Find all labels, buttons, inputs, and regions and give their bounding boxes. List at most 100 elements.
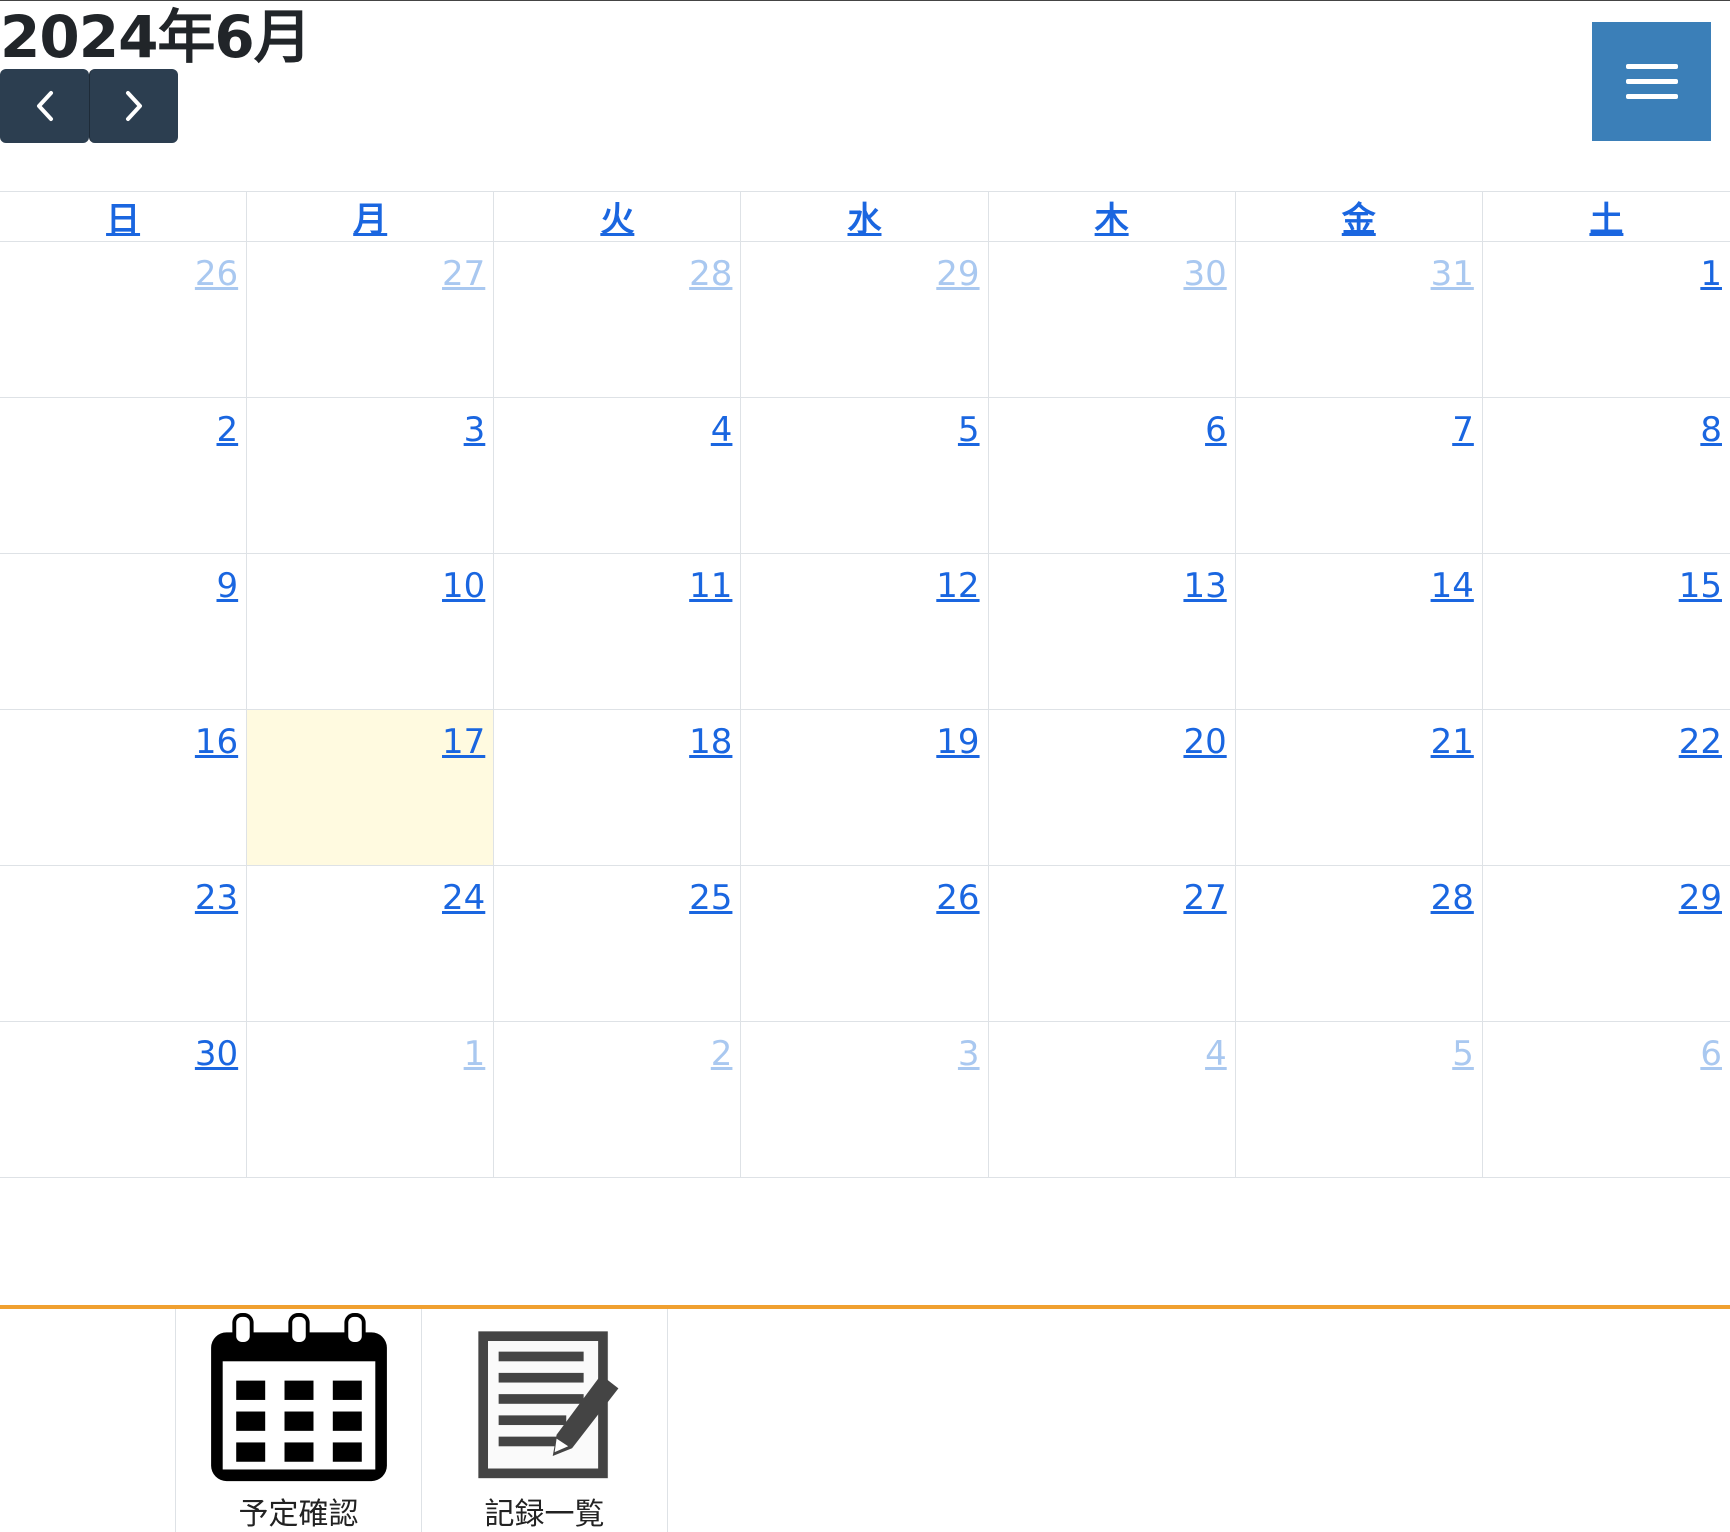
day-number-link[interactable]: 30 xyxy=(195,1034,238,1074)
week-row: 30 1 2 3 4 5 6 xyxy=(0,1022,1730,1178)
weekday-sun[interactable]: 日 xyxy=(0,192,248,241)
record-list-button[interactable]: 記録一覧 xyxy=(421,1309,668,1532)
day-number-link[interactable]: 31 xyxy=(1431,254,1474,294)
day-cell[interactable]: 4 xyxy=(989,1022,1236,1177)
day-number-link[interactable]: 5 xyxy=(958,410,980,450)
day-cell[interactable]: 22 xyxy=(1483,710,1730,865)
day-cell[interactable]: 26 xyxy=(0,242,248,397)
day-number-link[interactable]: 9 xyxy=(217,566,239,606)
weekday-tue[interactable]: 火 xyxy=(494,192,742,241)
day-number-link[interactable]: 23 xyxy=(195,878,238,918)
day-number-link[interactable]: 5 xyxy=(1452,1034,1474,1074)
day-cell[interactable]: 4 xyxy=(494,398,742,553)
notepad-pencil-icon xyxy=(477,1331,618,1480)
day-cell[interactable]: 23 xyxy=(0,866,248,1021)
day-number-link[interactable]: 18 xyxy=(689,722,732,762)
day-cell[interactable]: 27 xyxy=(247,242,495,397)
weekday-fri[interactable]: 金 xyxy=(1236,192,1483,241)
day-number-link[interactable]: 16 xyxy=(195,722,238,762)
day-cell[interactable]: 19 xyxy=(741,710,989,865)
day-number-link[interactable]: 27 xyxy=(442,254,485,294)
day-number-link[interactable]: 12 xyxy=(936,566,979,606)
day-number-link[interactable]: 17 xyxy=(442,722,485,762)
day-cell[interactable]: 24 xyxy=(247,866,495,1021)
day-cell[interactable]: 2 xyxy=(0,398,248,553)
day-cell[interactable]: 26 xyxy=(741,866,989,1021)
menu-button[interactable] xyxy=(1592,22,1711,141)
day-cell[interactable]: 30 xyxy=(0,1022,248,1177)
day-number-link[interactable]: 28 xyxy=(689,254,732,294)
app-frame: 2024年6月 日 月 火 水 木 金 土 26 27 28 29 30 31 … xyxy=(0,0,1730,1532)
day-number-link[interactable]: 1 xyxy=(1700,254,1722,294)
day-number-link[interactable]: 11 xyxy=(689,566,732,606)
day-number-link[interactable]: 2 xyxy=(217,410,239,450)
day-cell[interactable]: 3 xyxy=(741,1022,989,1177)
day-cell[interactable]: 16 xyxy=(0,710,248,865)
day-number-link[interactable]: 27 xyxy=(1183,878,1226,918)
day-cell[interactable]: 21 xyxy=(1236,710,1483,865)
weekday-sat[interactable]: 土 xyxy=(1483,192,1730,241)
day-number-link[interactable]: 6 xyxy=(1205,410,1227,450)
day-number-link[interactable]: 3 xyxy=(464,410,486,450)
day-number-link[interactable]: 13 xyxy=(1183,566,1226,606)
day-cell[interactable]: 28 xyxy=(1236,866,1483,1021)
day-cell[interactable]: 29 xyxy=(1483,866,1730,1021)
day-cell[interactable]: 18 xyxy=(494,710,742,865)
day-cell[interactable]: 1 xyxy=(247,1022,495,1177)
day-cell[interactable]: 12 xyxy=(741,554,989,709)
day-number-link[interactable]: 7 xyxy=(1452,410,1474,450)
day-number-link[interactable]: 1 xyxy=(464,1034,486,1074)
day-cell[interactable]: 30 xyxy=(989,242,1236,397)
day-cell[interactable]: 6 xyxy=(989,398,1236,553)
day-cell[interactable]: 20 xyxy=(989,710,1236,865)
day-cell[interactable]: 1 xyxy=(1483,242,1730,397)
day-number-link[interactable]: 4 xyxy=(711,410,733,450)
day-number-link[interactable]: 28 xyxy=(1431,878,1474,918)
day-cell[interactable]: 8 xyxy=(1483,398,1730,553)
day-cell[interactable]: 7 xyxy=(1236,398,1483,553)
day-number-link[interactable]: 30 xyxy=(1183,254,1226,294)
day-cell[interactable]: 5 xyxy=(1236,1022,1483,1177)
day-number-link[interactable]: 29 xyxy=(1679,878,1722,918)
day-number-link[interactable]: 22 xyxy=(1679,722,1722,762)
day-cell[interactable]: 15 xyxy=(1483,554,1730,709)
prev-month-button[interactable] xyxy=(0,69,89,143)
day-number-link[interactable]: 2 xyxy=(711,1034,733,1074)
day-cell-today[interactable]: 17 xyxy=(247,710,495,865)
day-number-link[interactable]: 8 xyxy=(1700,410,1722,450)
day-number-link[interactable]: 26 xyxy=(195,254,238,294)
day-cell[interactable]: 28 xyxy=(494,242,742,397)
day-number-link[interactable]: 21 xyxy=(1431,722,1474,762)
day-cell[interactable]: 31 xyxy=(1236,242,1483,397)
chevron-right-icon xyxy=(126,91,142,121)
day-number-link[interactable]: 14 xyxy=(1431,566,1474,606)
day-cell[interactable]: 27 xyxy=(989,866,1236,1021)
day-number-link[interactable]: 20 xyxy=(1183,722,1226,762)
day-cell[interactable]: 29 xyxy=(741,242,989,397)
weekday-wed[interactable]: 水 xyxy=(741,192,989,241)
day-cell[interactable]: 5 xyxy=(741,398,989,553)
day-cell[interactable]: 11 xyxy=(494,554,742,709)
weekday-mon[interactable]: 月 xyxy=(247,192,495,241)
day-number-link[interactable]: 10 xyxy=(442,566,485,606)
day-number-link[interactable]: 3 xyxy=(958,1034,980,1074)
day-cell[interactable]: 2 xyxy=(494,1022,742,1177)
day-number-link[interactable]: 26 xyxy=(936,878,979,918)
day-cell[interactable]: 9 xyxy=(0,554,248,709)
day-number-link[interactable]: 29 xyxy=(936,254,979,294)
day-cell[interactable]: 6 xyxy=(1483,1022,1730,1177)
day-cell[interactable]: 13 xyxy=(989,554,1236,709)
day-number-link[interactable]: 25 xyxy=(689,878,732,918)
weekday-thu[interactable]: 木 xyxy=(989,192,1236,241)
day-number-link[interactable]: 19 xyxy=(936,722,979,762)
day-number-link[interactable]: 4 xyxy=(1205,1034,1227,1074)
day-number-link[interactable]: 24 xyxy=(442,878,485,918)
schedule-check-button[interactable]: 予定確認 xyxy=(175,1309,422,1532)
day-number-link[interactable]: 15 xyxy=(1679,566,1722,606)
day-cell[interactable]: 3 xyxy=(247,398,495,553)
day-cell[interactable]: 25 xyxy=(494,866,742,1021)
day-cell[interactable]: 10 xyxy=(247,554,495,709)
day-number-link[interactable]: 6 xyxy=(1700,1034,1722,1074)
next-month-button[interactable] xyxy=(89,69,178,143)
day-cell[interactable]: 14 xyxy=(1236,554,1483,709)
